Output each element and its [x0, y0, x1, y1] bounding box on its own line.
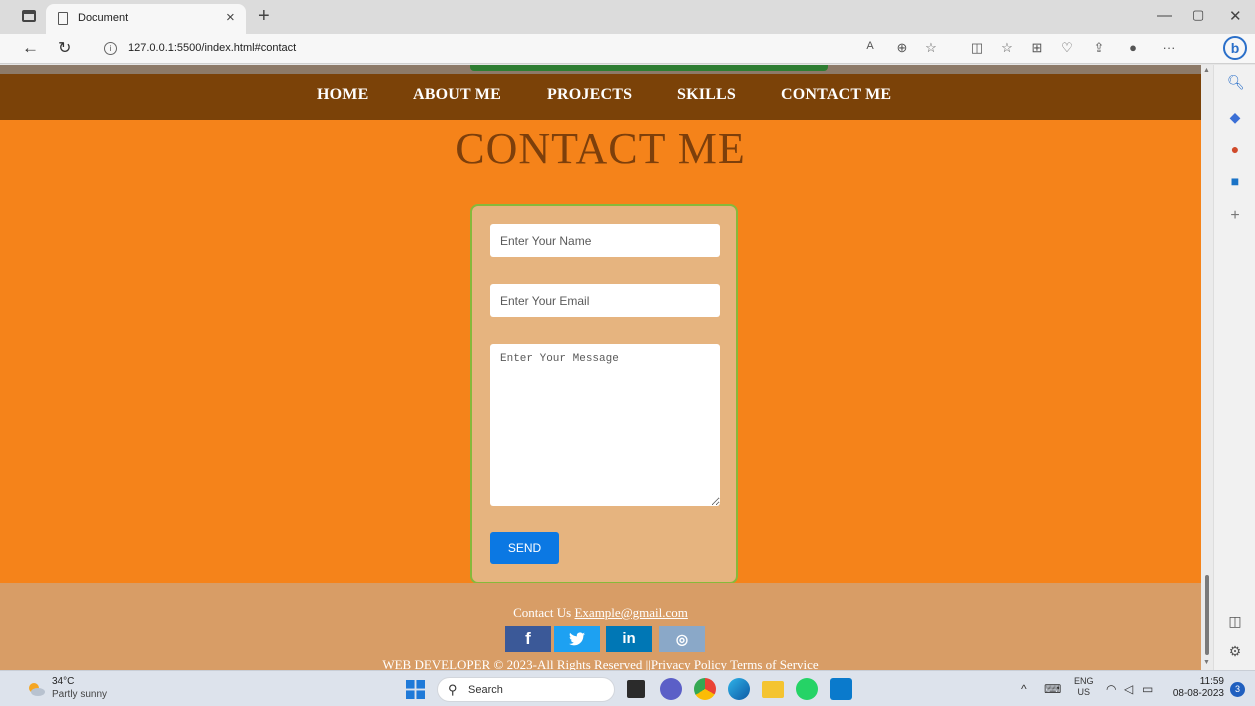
- nav-about-me[interactable]: ABOUT ME: [413, 86, 501, 104]
- edge-icon[interactable]: [728, 678, 750, 700]
- weather-temperature[interactable]: 34°C: [52, 676, 74, 687]
- favorites-icon[interactable]: ☆: [998, 40, 1016, 56]
- wifi-icon[interactable]: ◠: [1106, 682, 1116, 696]
- contact-form: SEND: [470, 204, 738, 584]
- facebook-icon[interactable]: f: [505, 626, 551, 652]
- shopping-tag-icon[interactable]: ◆: [1227, 109, 1243, 126]
- weather-description[interactable]: Partly sunny: [52, 689, 107, 700]
- footer-copyright: WEB DEVELOPER © 2023-All Rights Reserved…: [382, 657, 819, 670]
- address-bar: ← ↻ i 127.0.0.1:5500/index.html#contact …: [0, 34, 1255, 64]
- more-icon[interactable]: ···: [1160, 40, 1178, 55]
- site-navbar: HOME ABOUT ME PROJECTS SKILLS CONTACT ME: [0, 74, 1201, 120]
- edge-sidebar: 🔍︎ ◆ ● ■ + ◫ ⚙: [1213, 65, 1255, 670]
- remnant-bar: [470, 65, 828, 71]
- nav-skills[interactable]: SKILLS: [677, 86, 736, 104]
- whatsapp-icon[interactable]: [796, 678, 818, 700]
- site-info-icon[interactable]: i: [104, 42, 117, 55]
- twitter-icon[interactable]: [554, 626, 600, 652]
- footer-contact-label: Contact Us: [513, 605, 572, 620]
- add-sidebar-app-icon[interactable]: +: [1227, 207, 1243, 225]
- refresh-icon[interactable]: ↻: [58, 38, 71, 58]
- back-arrow-icon[interactable]: ←: [22, 38, 39, 58]
- close-window-icon[interactable]: ✕: [1229, 7, 1242, 25]
- search-icon: ⚲: [448, 682, 458, 697]
- site-footer: Contact Us Example@gmail.com f in ◎ WEB …: [0, 583, 1201, 670]
- page-scrollbar[interactable]: ▲ ▼: [1201, 65, 1213, 670]
- nav-contact-me[interactable]: CONTACT ME: [781, 86, 891, 104]
- sidebar-panel-icon[interactable]: ◫: [1227, 613, 1243, 630]
- nav-home[interactable]: HOME: [317, 86, 368, 104]
- tab-title: Document: [78, 12, 129, 24]
- windows-start-icon[interactable]: [406, 680, 425, 699]
- clock-date: 08-08-2023: [1172, 688, 1224, 699]
- share-icon[interactable]: ⇪: [1090, 40, 1108, 56]
- profile-icon[interactable]: ●: [1124, 40, 1142, 55]
- vscode-icon[interactable]: [830, 678, 852, 700]
- language-region: US: [1077, 687, 1091, 697]
- minimize-icon[interactable]: —: [1157, 7, 1172, 24]
- split-screen-icon[interactable]: ◫: [968, 40, 986, 56]
- bing-copilot-icon[interactable]: b: [1223, 36, 1247, 60]
- battery-icon[interactable]: ▭: [1142, 682, 1153, 696]
- tray-overflow-icon[interactable]: ^: [1021, 682, 1027, 696]
- message-textarea[interactable]: [490, 344, 720, 506]
- teams-chat-icon[interactable]: [660, 678, 682, 700]
- nav-projects[interactable]: PROJECTS: [547, 86, 632, 104]
- read-aloud-icon[interactable]: A: [861, 40, 879, 52]
- task-view-icon[interactable]: [627, 680, 645, 698]
- linkedin-icon[interactable]: in: [606, 626, 652, 652]
- footer-email-link[interactable]: Example@gmail.com: [574, 605, 687, 620]
- search-sidebar-icon[interactable]: 🔍︎: [1227, 74, 1245, 91]
- outlook-icon[interactable]: ■: [1227, 173, 1243, 189]
- favorite-star-icon[interactable]: ☆: [922, 40, 940, 56]
- weather-sunny-icon[interactable]: [26, 679, 46, 699]
- clock-time: 11:59: [1199, 676, 1224, 687]
- search-label: Search: [468, 684, 503, 696]
- language-code: ENG: [1074, 676, 1094, 686]
- notification-badge[interactable]: 3: [1230, 682, 1245, 697]
- language-indicator[interactable]: ENG US: [1074, 676, 1094, 698]
- office-icon[interactable]: ●: [1227, 141, 1243, 157]
- chrome-icon[interactable]: [694, 678, 716, 700]
- new-tab-button[interactable]: +: [258, 5, 270, 28]
- browser-essentials-icon[interactable]: ♡: [1058, 40, 1076, 56]
- send-button[interactable]: SEND: [490, 532, 559, 564]
- scroll-up-arrow-icon[interactable]: ▲: [1203, 67, 1210, 74]
- zoom-icon[interactable]: ⊕: [893, 40, 911, 56]
- file-explorer-icon[interactable]: [762, 681, 784, 698]
- windows-taskbar: 34°C Partly sunny ⚲ Search ^ ⌨ ENG US ◠ …: [0, 670, 1255, 706]
- system-clock[interactable]: 11:59 08-08-2023: [1168, 676, 1224, 700]
- scrollbar-thumb[interactable]: [1205, 575, 1209, 655]
- scrolled-section-remnant: [0, 65, 1201, 74]
- restore-icon[interactable]: ▢: [1192, 7, 1204, 23]
- keyboard-icon[interactable]: ⌨: [1044, 682, 1061, 696]
- volume-icon[interactable]: ◁: [1124, 682, 1133, 696]
- footer-contact: Contact Us Example@gmail.com: [0, 605, 1201, 621]
- window-menu-icon[interactable]: [22, 10, 36, 22]
- browser-title-bar: Document × + — ▢ ✕: [0, 0, 1255, 34]
- browser-tab[interactable]: Document ×: [46, 4, 246, 34]
- page-icon: [58, 12, 68, 25]
- collections-icon[interactable]: ⊞: [1028, 40, 1046, 56]
- name-input[interactable]: [490, 224, 720, 257]
- tab-close-button[interactable]: ×: [226, 9, 235, 26]
- instagram-icon[interactable]: ◎: [659, 626, 705, 652]
- url-text[interactable]: 127.0.0.1:5500/index.html#contact: [128, 42, 296, 54]
- taskbar-search[interactable]: ⚲ Search: [437, 677, 615, 702]
- section-title: CONTACT ME: [455, 124, 746, 173]
- page-viewport: HOME ABOUT ME PROJECTS SKILLS CONTACT ME…: [0, 65, 1201, 670]
- sidebar-settings-icon[interactable]: ⚙: [1227, 643, 1243, 660]
- scroll-down-arrow-icon[interactable]: ▼: [1203, 659, 1210, 666]
- email-input[interactable]: [490, 284, 720, 317]
